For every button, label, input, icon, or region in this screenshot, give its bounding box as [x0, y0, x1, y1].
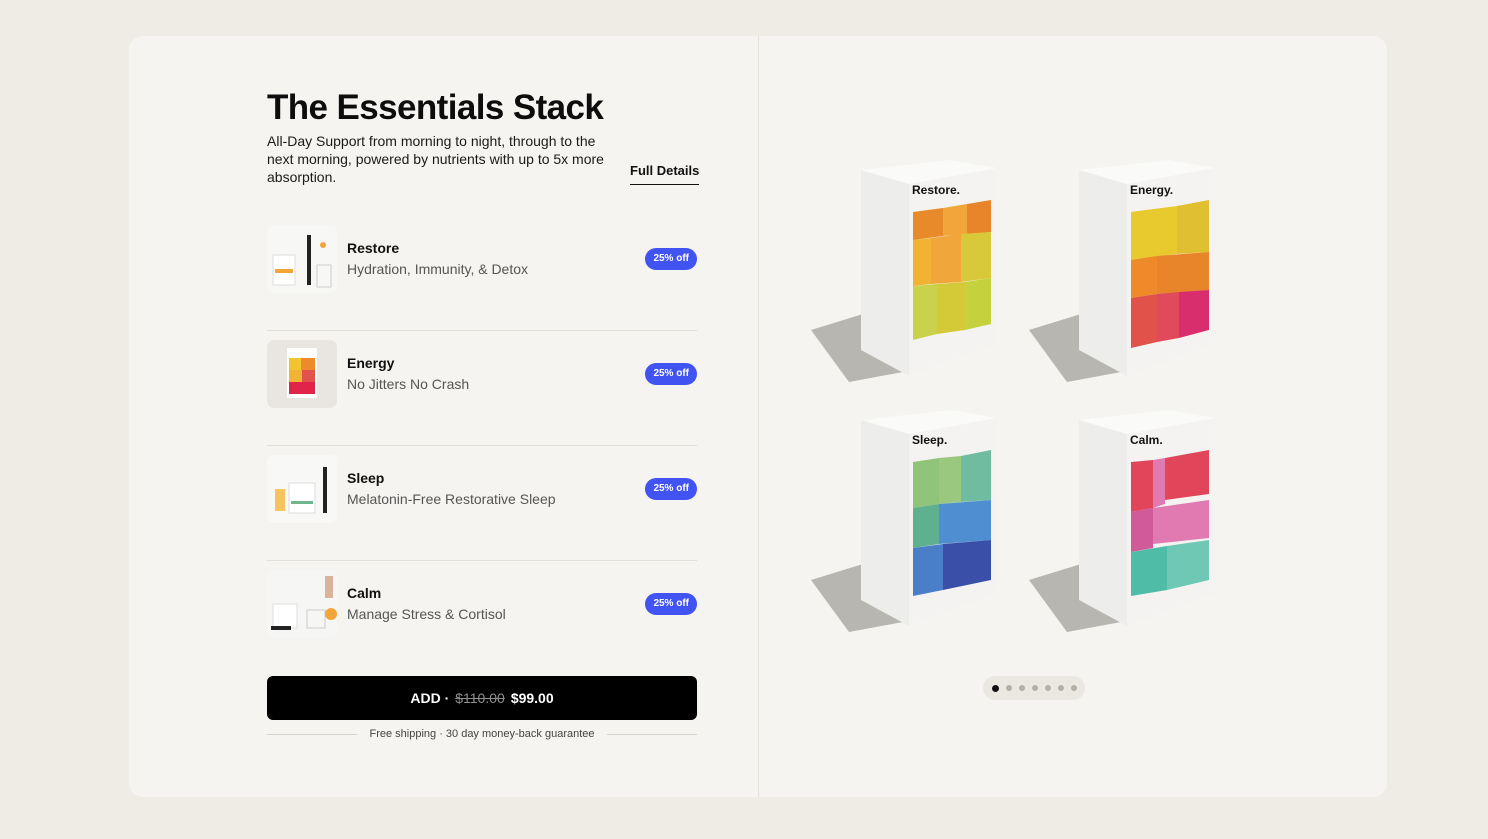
guarantee-row: Free shipping · 30 day money-back guaran…: [267, 728, 697, 740]
product-box-restore: Restore.: [809, 154, 1009, 384]
discount-badge: 25% off: [645, 363, 697, 385]
product-gallery[interactable]: Restore. Energy. Sleep. Calm.: [809, 154, 1249, 634]
page-title: The Essentials Stack: [267, 88, 604, 127]
product-box-calm: Calm.: [1027, 404, 1227, 634]
add-to-cart-button[interactable]: ADD · $110.00 $99.00: [267, 676, 697, 720]
product-box-sleep: Sleep.: [809, 404, 1009, 634]
product-name: Energy: [347, 355, 395, 371]
product-subtitle: Hydration, Immunity, & Detox: [347, 261, 529, 277]
product-box-energy: Energy.: [1027, 154, 1227, 384]
old-price: $110.00: [455, 690, 505, 706]
product-name: Calm: [347, 585, 382, 601]
full-details-link[interactable]: Full Details: [630, 163, 700, 185]
carousel-dot[interactable]: [1005, 685, 1012, 691]
product-thumbnail: [267, 455, 337, 523]
vertical-divider: [758, 36, 759, 797]
discount-badge: 25% off: [645, 478, 697, 500]
product-name: Sleep: [347, 470, 385, 486]
discount-badge: 25% off: [645, 248, 697, 270]
sale-price: $99.00: [510, 690, 554, 706]
discount-badge: 25% off: [645, 593, 697, 615]
carousel-dot[interactable]: [1031, 685, 1038, 691]
divider-line: [267, 733, 358, 735]
product-subtitle: Melatonin-Free Restorative Sleep: [347, 491, 556, 507]
product-name: Restore: [347, 240, 400, 256]
product-card: The Essentials Stack All-Day Support fro…: [129, 36, 1387, 797]
box-label: Energy.: [1130, 183, 1173, 197]
divider-line: [606, 733, 697, 735]
box-label: Restore.: [912, 183, 960, 197]
carousel-dots: [983, 676, 1085, 700]
product-item-restore[interactable]: Restore Hydration, Immunity, & Detox 25%…: [267, 216, 697, 331]
product-thumbnail: [267, 225, 337, 293]
add-label: ADD ·: [410, 690, 450, 706]
description: All-Day Support from morning to night, t…: [267, 133, 604, 185]
product-thumbnail: [267, 340, 337, 408]
guarantee-text: Free shipping · 30 day money-back guaran…: [369, 728, 595, 740]
product-item-sleep[interactable]: Sleep Melatonin-Free Restorative Sleep 2…: [267, 446, 697, 561]
product-item-energy[interactable]: Energy No Jitters No Crash 25% off: [267, 331, 697, 446]
product-list: Restore Hydration, Immunity, & Detox 25%…: [267, 216, 697, 676]
carousel-dot[interactable]: [1070, 685, 1077, 691]
box-label: Calm.: [1130, 433, 1163, 447]
carousel-dot[interactable]: [991, 684, 999, 692]
carousel-dot[interactable]: [1057, 685, 1064, 691]
product-subtitle: Manage Stress & Cortisol: [347, 606, 506, 622]
carousel-dot[interactable]: [1044, 685, 1051, 691]
product-item-calm[interactable]: Calm Manage Stress & Cortisol 25% off: [267, 561, 697, 676]
product-subtitle: No Jitters No Crash: [347, 376, 470, 392]
carousel-dot[interactable]: [1018, 685, 1025, 691]
left-panel: The Essentials Stack All-Day Support fro…: [267, 36, 700, 797]
product-thumbnail: [267, 570, 337, 638]
box-label: Sleep.: [912, 433, 947, 447]
